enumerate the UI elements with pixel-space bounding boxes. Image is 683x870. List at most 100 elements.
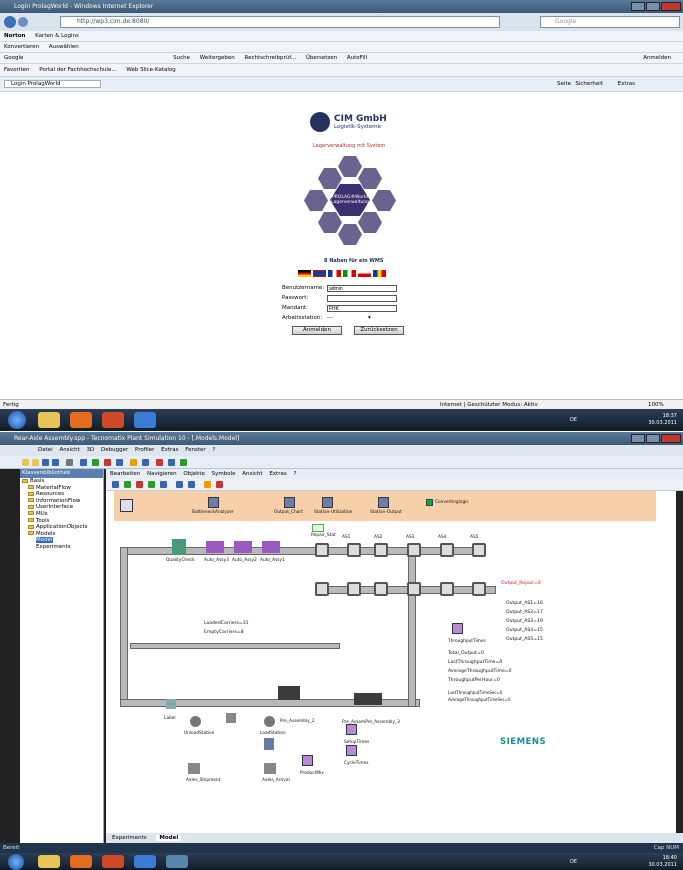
login-button[interactable]: Anmelden (292, 326, 342, 335)
table-icon[interactable] (346, 745, 357, 756)
tab-experiments[interactable]: Experiments (112, 835, 147, 841)
tree-node[interactable]: Experiments (22, 544, 103, 551)
save-all-icon[interactable] (52, 459, 59, 466)
turntable[interactable] (374, 543, 388, 557)
tree-node[interactable]: Tools (22, 518, 103, 525)
google-translate-button[interactable]: Übersetzen (306, 55, 337, 61)
menu-item[interactable]: Extras (161, 447, 178, 453)
ie-taskbar-icon[interactable] (134, 855, 156, 868)
google-autofill-button[interactable]: AutoFill (347, 55, 367, 61)
powerpoint-taskbar-icon[interactable] (102, 855, 124, 868)
google-signin-link[interactable]: Anmelden (643, 53, 671, 64)
transfer-icon[interactable] (264, 738, 274, 750)
start-button[interactable] (8, 854, 24, 870)
conveyor[interactable] (316, 586, 496, 594)
favorite-link[interactable]: Web Slice-Katalog (126, 67, 175, 73)
language-indicator[interactable]: DE (570, 417, 577, 423)
tree-node[interactable]: Basis (22, 478, 103, 485)
tool-icon[interactable] (180, 459, 187, 466)
close-button[interactable] (661, 2, 681, 11)
unload-station[interactable] (190, 716, 201, 727)
favorites-button[interactable]: Favoriten (4, 67, 29, 73)
menu-item[interactable]: Fenster (185, 447, 205, 453)
model-menu-item[interactable]: Objekte (183, 471, 204, 477)
tree-node[interactable]: Models (22, 531, 103, 538)
select-button[interactable]: Auswählen (49, 44, 79, 50)
language-indicator[interactable]: DE (570, 859, 577, 865)
tree-node[interactable]: MaterialFlow (22, 485, 103, 492)
tool-icon[interactable] (80, 459, 87, 466)
load-station[interactable] (264, 716, 275, 727)
model-menu-item[interactable]: Symbole (212, 471, 236, 477)
search-input[interactable]: Google (540, 16, 680, 28)
tool-icon[interactable] (116, 459, 123, 466)
tree-node[interactable]: MUs (22, 511, 103, 518)
conveyor[interactable] (120, 547, 128, 707)
turntable[interactable] (347, 543, 361, 557)
menu-item[interactable]: ? (212, 447, 215, 453)
tool-icon[interactable] (168, 459, 175, 466)
source-icon[interactable] (264, 763, 276, 774)
convert-button[interactable]: Konvertieren (4, 44, 39, 50)
back-icon[interactable] (4, 16, 16, 28)
norton-card-button[interactable]: Karten & Logins (35, 33, 79, 39)
table-icon[interactable] (452, 623, 463, 634)
cmd-security[interactable]: Sicherheit (575, 77, 603, 92)
mandant-input[interactable] (327, 305, 397, 312)
checkbox-icon[interactable] (426, 499, 433, 506)
model-menu-item[interactable]: Bearbeiten (110, 471, 140, 477)
start-button[interactable] (8, 411, 26, 429)
zoom-icon[interactable] (188, 481, 195, 488)
google-spell-button[interactable]: Rechtschreibprüf... (245, 55, 297, 61)
pre-assembly-station[interactable] (278, 686, 300, 700)
new-icon[interactable] (22, 459, 29, 466)
flag-cz-icon[interactable] (358, 270, 371, 277)
open-icon[interactable] (32, 459, 39, 466)
turntable[interactable] (440, 582, 454, 596)
tool-icon[interactable] (216, 481, 223, 488)
zoom-icon[interactable] (176, 481, 183, 488)
tool-icon[interactable] (92, 459, 99, 466)
label-station[interactable] (166, 699, 176, 709)
chevron-down-icon[interactable]: ▾ (368, 314, 371, 323)
model-menu-item[interactable]: ? (293, 471, 296, 477)
ie-taskbar-icon[interactable] (134, 412, 156, 428)
print-icon[interactable] (66, 459, 73, 466)
cmd-page[interactable]: Seite (557, 77, 571, 92)
url-input[interactable]: http://wp3.cim.de:8080/ (60, 16, 500, 28)
menu-item[interactable]: Ansicht (59, 447, 79, 453)
drain-icon[interactable] (188, 763, 200, 774)
turntable[interactable] (315, 543, 329, 557)
password-input[interactable] (327, 295, 397, 302)
tree-node[interactable]: UserInterface (22, 504, 103, 511)
outlook-taskbar-icon[interactable] (70, 412, 92, 428)
tree-node[interactable]: ApplicationObjects (22, 524, 103, 531)
event-controller-icon[interactable] (120, 499, 133, 512)
tool-icon[interactable] (156, 459, 163, 466)
turntable[interactable] (407, 543, 421, 557)
assembly-station[interactable] (262, 541, 280, 553)
flag-fr-icon[interactable] (328, 270, 341, 277)
flag-ro-icon[interactable] (373, 270, 386, 277)
turntable[interactable] (407, 582, 421, 596)
chart-icon[interactable] (284, 497, 295, 508)
conveyor[interactable] (130, 643, 340, 649)
conveyor[interactable] (408, 547, 416, 707)
model-canvas[interactable]: BottleneckAnalyzer Output_Chart Station-… (106, 491, 676, 833)
chart-icon[interactable] (322, 497, 333, 508)
username-input[interactable] (327, 285, 397, 292)
google-share-button[interactable]: Weitergeben (200, 55, 235, 61)
model-menu-item[interactable]: Navigieren (147, 471, 177, 477)
table-icon[interactable] (346, 724, 357, 735)
model-menu-item[interactable]: Extras (269, 471, 286, 477)
pre-assembly-station[interactable] (354, 693, 382, 705)
turntable[interactable] (374, 582, 388, 596)
tool-icon[interactable] (130, 459, 137, 466)
turntable[interactable] (315, 582, 329, 596)
turntable[interactable] (347, 582, 361, 596)
outlook-taskbar-icon[interactable] (70, 855, 92, 868)
tool-icon[interactable] (160, 481, 167, 488)
save-icon[interactable] (42, 459, 49, 466)
tool-icon[interactable] (142, 459, 149, 466)
workstation-select[interactable]: --- (327, 314, 367, 323)
